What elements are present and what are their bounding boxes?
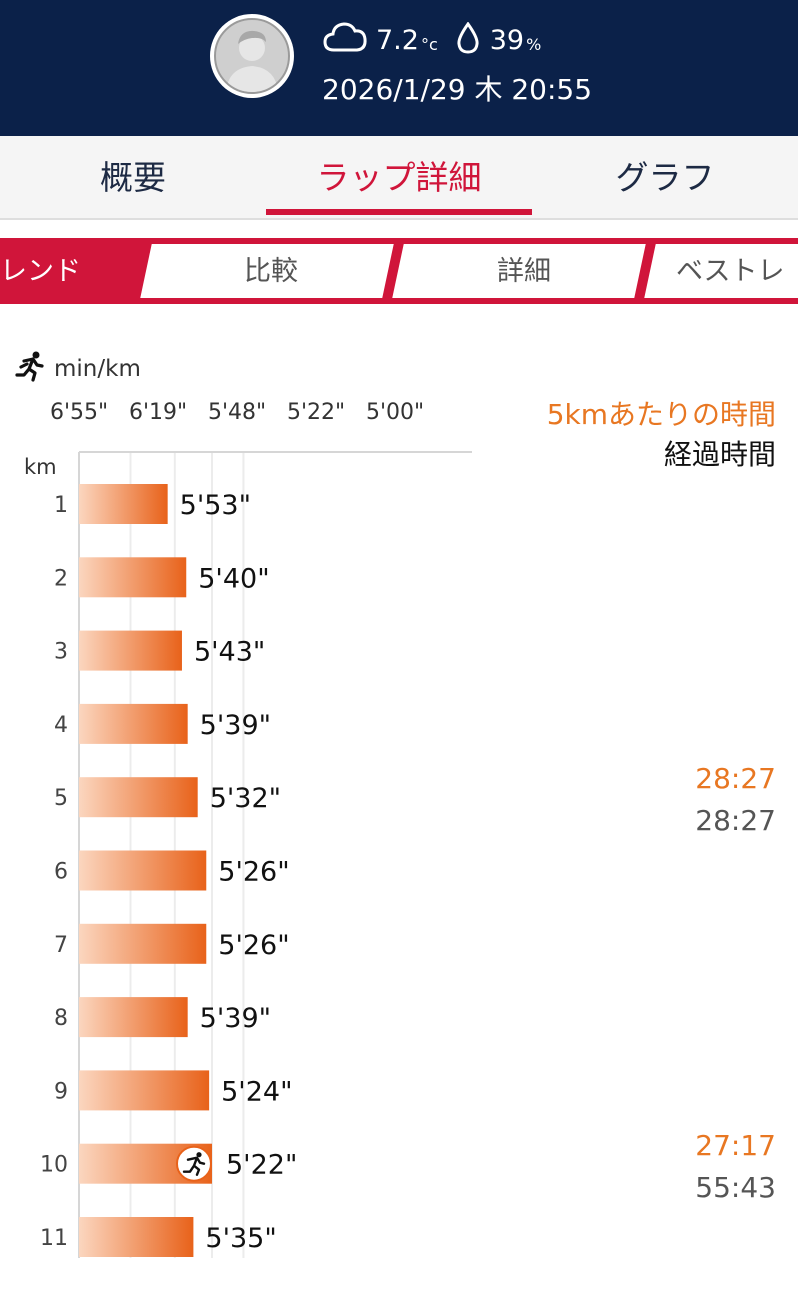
km-label: 9 xyxy=(54,1079,68,1104)
km-label: 10 xyxy=(40,1153,68,1178)
best-lap-runner-icon xyxy=(175,1145,212,1182)
lap-bar[interactable] xyxy=(79,703,188,744)
lap-pace-label: 5'53" xyxy=(180,490,251,521)
lap-pace-label: 5'26" xyxy=(218,930,289,961)
lap-bar[interactable] xyxy=(79,484,168,524)
km-label: 7 xyxy=(54,933,68,958)
km-label: 3 xyxy=(54,640,68,665)
lap-pace-label: 5'22" xyxy=(226,1150,297,1181)
km-label: 2 xyxy=(54,566,68,591)
km-label: 5 xyxy=(54,786,68,811)
segment-elapsed-time: 55:43 xyxy=(695,1171,776,1204)
km-label: 4 xyxy=(54,713,68,738)
lap-pace-label: 5'39" xyxy=(200,710,271,741)
km-label: 6 xyxy=(54,860,68,885)
segment-split-time: 27:17 xyxy=(695,1129,776,1162)
lap-pace-label: 5'26" xyxy=(218,857,289,888)
lap-bar[interactable] xyxy=(79,557,187,598)
lap-pace-label: 5'35" xyxy=(205,1223,276,1254)
lap-pace-chart: 1 5'53" 2 5'40" 3 5'43" 4 5'39" 5 5'32" 6 5'26" 7 5'2… xyxy=(40,451,472,1258)
lap-pace-label: 5'40" xyxy=(198,563,269,594)
lap-pace-label: 5'39" xyxy=(200,1003,271,1034)
lap-bar[interactable] xyxy=(79,630,182,671)
lap-bar[interactable] xyxy=(79,1217,194,1257)
lap-pace-label: 5'32" xyxy=(210,783,281,814)
lap-bar[interactable] xyxy=(79,850,207,891)
lap-bar[interactable] xyxy=(79,777,198,818)
km-label: 1 xyxy=(54,493,68,518)
lap-bar[interactable] xyxy=(79,997,188,1038)
lap-bar[interactable] xyxy=(79,1070,210,1111)
lap-pace-label: 5'24" xyxy=(221,1076,292,1107)
segment-elapsed-time: 28:27 xyxy=(695,804,776,837)
lap-bar[interactable] xyxy=(79,923,207,964)
segment-split-time: 28:27 xyxy=(695,762,776,795)
km-label: 8 xyxy=(54,1006,68,1031)
lap-pace-label: 5'43" xyxy=(194,637,265,668)
km-label: 11 xyxy=(40,1226,68,1251)
